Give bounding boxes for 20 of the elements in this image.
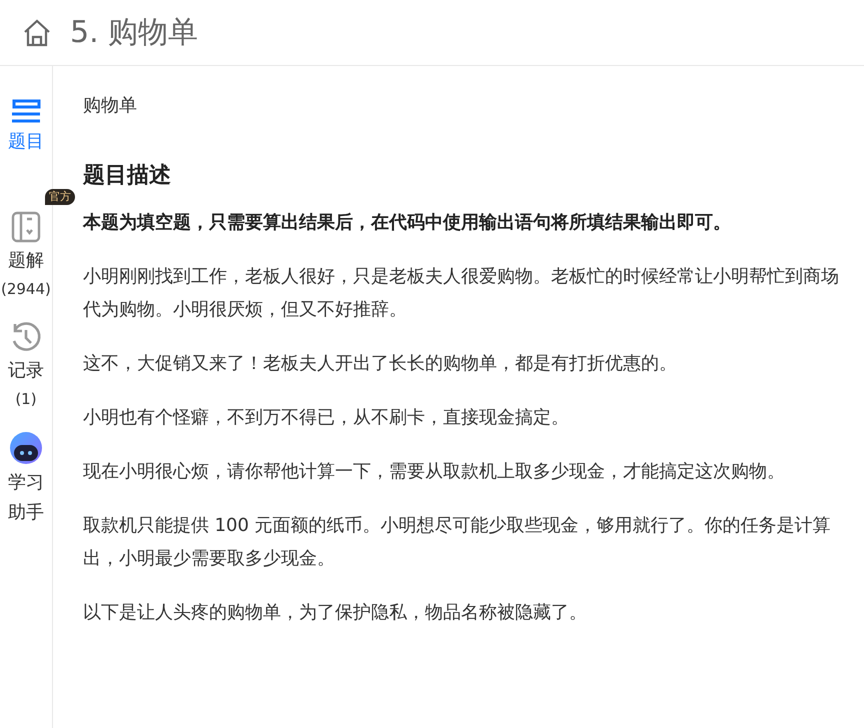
home-icon[interactable] (22, 18, 52, 48)
book-icon (10, 211, 41, 243)
robot-avatar-icon (8, 432, 43, 464)
paragraph: 取款机只能提供 100 元面额的纸币。小明想尽可能少取些现金，够用就行了。你的任务是计算出，小明最少需要取多少现金。 (82, 514, 832, 571)
paragraph: 这不，大促销又来了！老板夫人开出了长长的购物单，都是有打折优惠的。 (82, 352, 678, 376)
count-label: (1) (15, 388, 37, 410)
sidebar-tab[interactable]: 题解 (8, 247, 44, 274)
paragraph: 现在小明很心烦，请你帮他计算一下，需要从取款机上取多少现金，才能搞定这次购物。 (82, 460, 786, 484)
page-title: 5. 购物单 (70, 14, 198, 52)
sidebar-tab[interactable]: 题目 (8, 128, 44, 155)
count-label: (2944) (0, 279, 51, 300)
notice-paragraph: 本题为填空题，只需要算出结果后，在代码中使用输出语句将所填结果输出即可。 (82, 211, 732, 235)
paragraph: 小明也有个怪癖，不到万不得已，从不刷卡，直接现金搞定。 (82, 406, 570, 430)
section-heading: 题目描述 (82, 162, 172, 190)
paragraph: 小明刚刚找到工作，老板人很好，只是老板夫人很爱购物。老板忙的时候经常让小明帮忙到商场代为购物。小明很厌烦，但又不好推辞。 (82, 265, 840, 322)
breadcrumb: 购物单 (82, 94, 138, 118)
sidebar-tab[interactable]: 记录 (8, 356, 44, 384)
paragraph: 以下是让人头疼的购物单，为了保护隐私，物品名称被隐藏了。 (82, 601, 588, 625)
official-badge: 官方 (44, 189, 75, 205)
sidebar-tab[interactable]: 学习助手 (6, 468, 46, 528)
